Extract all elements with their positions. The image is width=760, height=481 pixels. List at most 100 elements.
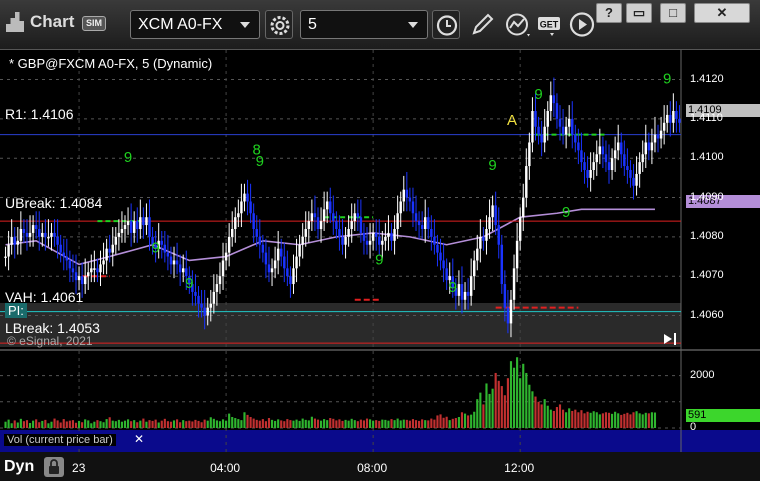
candle-body (586, 170, 589, 178)
candle-body (540, 134, 543, 143)
candle-body (356, 213, 360, 218)
price-tick-label: 1.4100 (690, 151, 724, 164)
td-count-label: 9 (488, 157, 496, 174)
time-button[interactable] (432, 10, 460, 39)
candle-body (592, 162, 595, 170)
candle-body (19, 229, 23, 241)
volume-bar (215, 420, 218, 428)
indicator-icon (506, 13, 530, 37)
candle-body (181, 268, 185, 273)
candle-body (114, 236, 118, 245)
volume-bar (519, 378, 522, 428)
help-button[interactable]: ? (596, 3, 622, 23)
candle-body (246, 193, 249, 202)
interval-input[interactable]: 5 (300, 10, 428, 39)
volume-bar (424, 420, 427, 428)
candle-body (96, 268, 99, 273)
volume-bar (347, 420, 350, 428)
time-tick-label: 04:00 (210, 461, 241, 475)
candle-body (555, 103, 559, 119)
candle-body (653, 134, 657, 143)
pencil-icon (472, 13, 494, 35)
candle-body (99, 264, 102, 273)
volume-bar (629, 414, 632, 428)
volume-tag: 591 (686, 409, 760, 422)
volume-bar (191, 421, 194, 428)
candle-body (25, 232, 29, 237)
indicator-button[interactable] (503, 10, 531, 39)
candle-body (623, 154, 626, 167)
volume-bar (614, 411, 617, 428)
symbol-input[interactable]: XCM A0-FX (130, 10, 260, 39)
volume-bar (341, 420, 344, 428)
candle-body (47, 236, 50, 239)
volume-bar (307, 420, 310, 428)
candle-body (295, 256, 298, 269)
restore-button[interactable]: □ (660, 3, 686, 23)
minimize-icon: ▭ (632, 5, 646, 20)
volume-bar (454, 418, 457, 428)
candle-body (13, 236, 16, 245)
td-count-label: 9 (151, 240, 159, 257)
close-volume-button[interactable]: ✕ (134, 432, 144, 446)
settings-button[interactable] (265, 10, 293, 39)
price-chart: 99989999999 (0, 50, 760, 481)
chart-symbol-label: * GBP@FXCM A0-FX, 5 (Dynamic) (9, 56, 213, 71)
lock-icon[interactable] (44, 457, 64, 477)
candle-body (227, 236, 231, 253)
candle-body (194, 291, 197, 296)
volume-bar (647, 413, 650, 428)
candle-body (332, 213, 335, 222)
volume-bar (365, 418, 369, 428)
volume-bar (203, 419, 206, 428)
marker-a: A (507, 112, 518, 129)
candle-body (595, 154, 598, 163)
volume-bar (176, 419, 179, 428)
volume-bar (194, 419, 197, 428)
volume-bar (368, 419, 372, 428)
volume-bar (166, 421, 169, 428)
volume-bar (433, 419, 436, 428)
volume-bar (332, 418, 335, 428)
volume-bar (448, 420, 451, 428)
candle-body (368, 240, 372, 245)
volume-bar (537, 401, 540, 428)
draw-button[interactable] (468, 10, 496, 39)
volume-tick-label: 0 (690, 421, 697, 433)
minimize-button[interactable]: ▭ (626, 3, 652, 23)
chevron-down-icon[interactable] (408, 22, 418, 28)
volume-tick-label: 2000 (690, 368, 715, 381)
candle-body (344, 236, 347, 245)
candle-body (466, 291, 470, 296)
candle-body (525, 166, 528, 198)
volume-bar (650, 412, 653, 428)
volume-bar (7, 419, 10, 428)
volume-bar (99, 421, 102, 428)
volume-bar (323, 419, 326, 428)
candle-body (252, 213, 255, 229)
candle-body (463, 291, 467, 300)
candle-body (218, 276, 222, 285)
candle-body (534, 111, 537, 127)
volume-bar (71, 420, 74, 428)
close-button[interactable]: ✕ (694, 3, 750, 23)
volume-bar (589, 412, 592, 428)
get-button[interactable]: GET (536, 10, 564, 39)
play-button[interactable] (568, 10, 596, 39)
candle-body (457, 284, 461, 296)
volume-bar (617, 413, 620, 428)
volume-bar (142, 418, 145, 428)
candle-body (497, 225, 500, 245)
volume-bar (384, 419, 387, 428)
candle-body (574, 134, 577, 143)
candle-body (632, 177, 635, 186)
volume-bar (234, 418, 237, 428)
volume-bar (418, 420, 421, 428)
volume-bar (546, 405, 549, 428)
volume-bar (460, 412, 464, 428)
candle-body (44, 232, 47, 237)
candle-body (7, 244, 10, 257)
chevron-down-icon[interactable] (240, 22, 250, 28)
candle-body (635, 173, 638, 186)
volume-bar (77, 420, 81, 428)
